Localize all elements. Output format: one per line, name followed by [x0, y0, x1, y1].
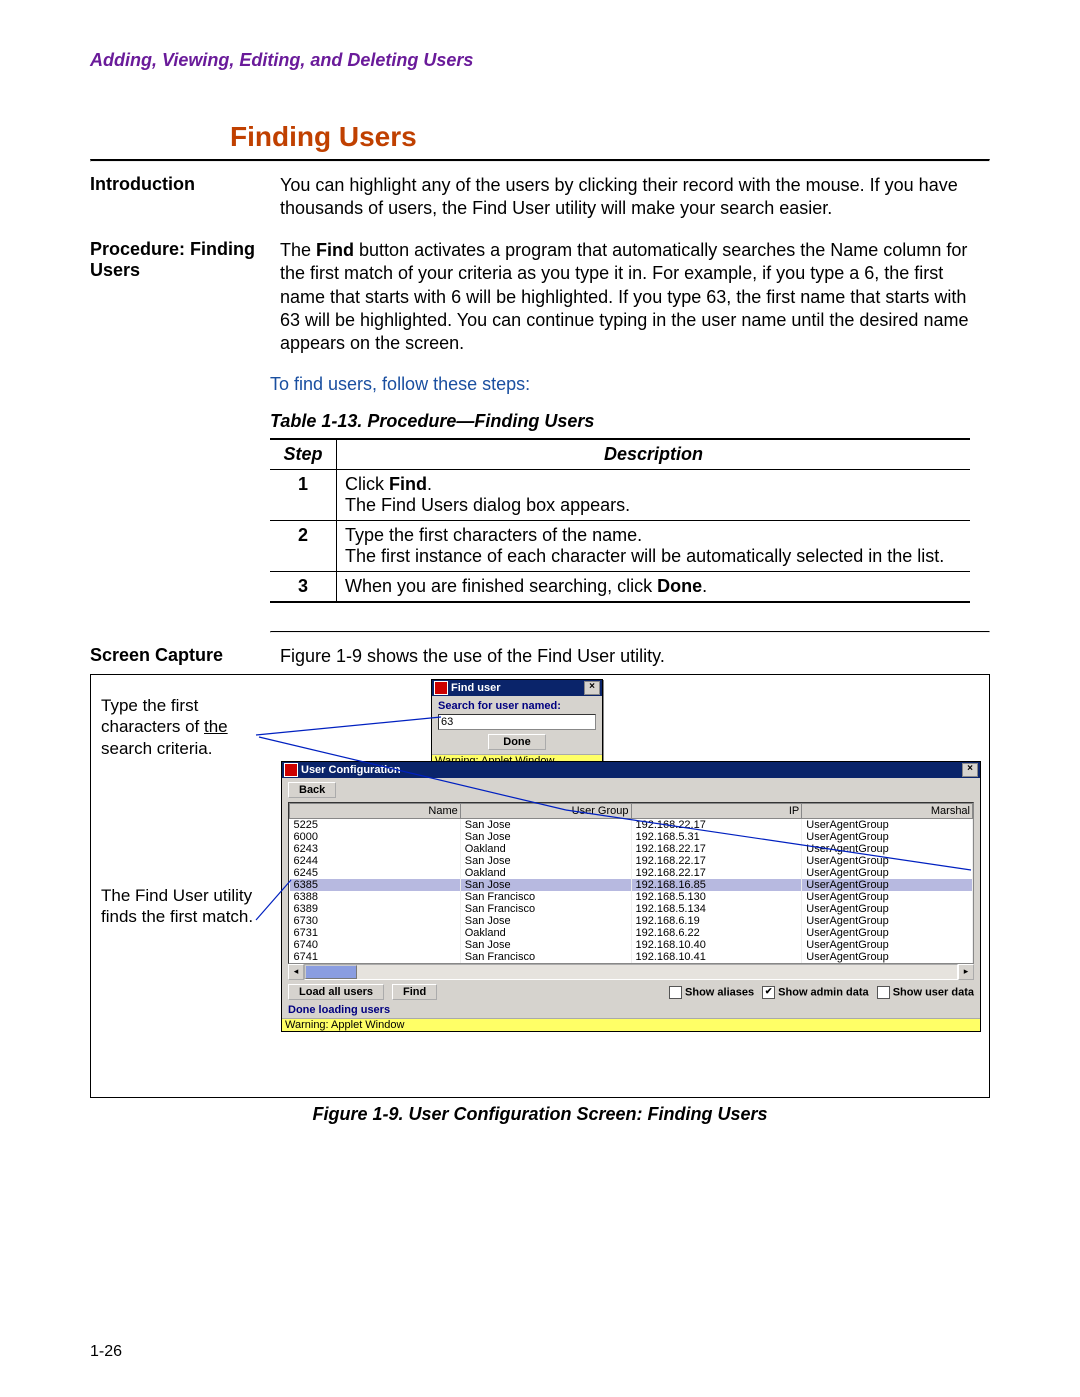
- table-row[interactable]: 5225San Jose192.168.22.17UserAgentGroup: [290, 819, 973, 832]
- scroll-track[interactable]: [304, 964, 958, 980]
- table-row: 3 When you are finished searching, click…: [270, 571, 970, 602]
- table-row[interactable]: 6389San Francisco192.168.5.134UserAgentG…: [290, 903, 973, 915]
- done-button[interactable]: Done: [488, 734, 546, 750]
- screen-capture-label: Screen Capture: [90, 645, 280, 668]
- user-grid[interactable]: Name User Group IP Marshal 5225San Jose1…: [288, 802, 974, 964]
- col-marshal[interactable]: Marshal: [802, 804, 973, 819]
- procedure-label: Procedure: Finding Users: [90, 239, 280, 356]
- annotation-type-chars: Type the first characters of the search …: [101, 695, 271, 759]
- find-user-title: Find user: [451, 682, 501, 694]
- applet-warning: Warning: Applet Window: [282, 1018, 980, 1031]
- find-user-dialog: Find user × Search for user named: Done …: [431, 679, 603, 768]
- step-number: 2: [270, 520, 337, 571]
- thin-rule: [270, 631, 990, 633]
- user-config-titlebar[interactable]: User Configuration ×: [282, 762, 980, 778]
- show-user-checkbox[interactable]: [877, 986, 890, 999]
- app-icon: [284, 763, 298, 777]
- procedure-body-prefix: The: [280, 240, 316, 260]
- step-desc: Type the first characters of the name. T…: [337, 520, 971, 571]
- col-group[interactable]: User Group: [460, 804, 631, 819]
- col-name[interactable]: Name: [290, 804, 461, 819]
- close-icon[interactable]: ×: [962, 763, 978, 777]
- close-icon[interactable]: ×: [584, 681, 600, 695]
- step-number: 1: [270, 469, 337, 520]
- table-row[interactable]: 6388San Francisco192.168.5.130UserAgentG…: [290, 891, 973, 903]
- scroll-left-icon[interactable]: ◂: [288, 964, 304, 980]
- step-number: 3: [270, 571, 337, 602]
- table-row[interactable]: 6730San Jose192.168.6.19UserAgentGroup: [290, 915, 973, 927]
- table-header-desc: Description: [337, 439, 971, 470]
- table-row[interactable]: 6244San Jose192.168.22.17UserAgentGroup: [290, 855, 973, 867]
- table-caption: Table 1-13. Procedure—Finding Users: [270, 411, 990, 432]
- table-row[interactable]: 6731Oakland192.168.6.22UserAgentGroup: [290, 927, 973, 939]
- procedure-table: Step Description 1 Click Find. The Find …: [270, 438, 970, 603]
- back-button[interactable]: Back: [288, 782, 336, 798]
- table-row[interactable]: 6245Oakland192.168.22.17UserAgentGroup: [290, 867, 973, 879]
- search-input[interactable]: [438, 714, 596, 730]
- section-title: Finding Users: [230, 121, 990, 153]
- find-button[interactable]: Find: [392, 984, 437, 1000]
- screen-capture-intro: Figure 1-9 shows the use of the Find Use…: [280, 645, 990, 668]
- procedure-body-bold: Find: [316, 240, 354, 260]
- show-admin-checkbox[interactable]: ✔: [762, 986, 775, 999]
- table-row[interactable]: 6385San Jose192.168.16.85UserAgentGroup: [290, 879, 973, 891]
- step-desc: Click Find. The Find Users dialog box ap…: [337, 469, 971, 520]
- show-aliases-checkbox[interactable]: [669, 986, 682, 999]
- procedure-body-suffix: button activates a program that automati…: [280, 240, 968, 354]
- user-config-window: User Configuration × Back Name User Grou…: [281, 761, 981, 1032]
- table-row: 1 Click Find. The Find Users dialog box …: [270, 469, 970, 520]
- table-row[interactable]: 6000San Jose192.168.5.31UserAgentGroup: [290, 831, 973, 843]
- table-header-step: Step: [270, 439, 337, 470]
- show-user-label: Show user data: [893, 986, 974, 998]
- instruction-line: To find users, follow these steps:: [270, 374, 990, 395]
- show-aliases-label: Show aliases: [685, 986, 754, 998]
- col-ip[interactable]: IP: [631, 804, 802, 819]
- figure-caption: Figure 1-9. User Configuration Screen: F…: [90, 1104, 990, 1125]
- page-number: 1-26: [90, 1343, 122, 1361]
- table-row[interactable]: 6741San Francisco192.168.10.41UserAgentG…: [290, 951, 973, 963]
- search-label: Search for user named:: [438, 700, 596, 712]
- scroll-thumb[interactable]: [305, 965, 357, 979]
- horizontal-scrollbar[interactable]: ◂ ▸: [288, 964, 974, 980]
- step-desc: When you are finished searching, click D…: [337, 571, 971, 602]
- annotation-first-match: The Find User utility finds the first ma…: [101, 885, 271, 928]
- figure-box: Type the first characters of the search …: [90, 674, 990, 1098]
- running-header: Adding, Viewing, Editing, and Deleting U…: [90, 50, 990, 71]
- intro-body: You can highlight any of the users by cl…: [280, 174, 990, 221]
- load-all-users-button[interactable]: Load all users: [288, 984, 384, 1000]
- scroll-right-icon[interactable]: ▸: [958, 964, 974, 980]
- app-icon: [434, 681, 448, 695]
- title-rule: [90, 159, 990, 162]
- show-admin-label: Show admin data: [778, 986, 868, 998]
- user-config-title: User Configuration: [301, 764, 401, 776]
- find-user-titlebar[interactable]: Find user ×: [432, 680, 602, 696]
- status-text: Done loading users: [282, 1004, 980, 1018]
- table-row[interactable]: 6243Oakland192.168.22.17UserAgentGroup: [290, 843, 973, 855]
- table-row[interactable]: 6740San Jose192.168.10.40UserAgentGroup: [290, 939, 973, 951]
- table-row: 2 Type the first characters of the name.…: [270, 520, 970, 571]
- intro-label: Introduction: [90, 174, 280, 221]
- procedure-body: The Find button activates a program that…: [280, 239, 990, 356]
